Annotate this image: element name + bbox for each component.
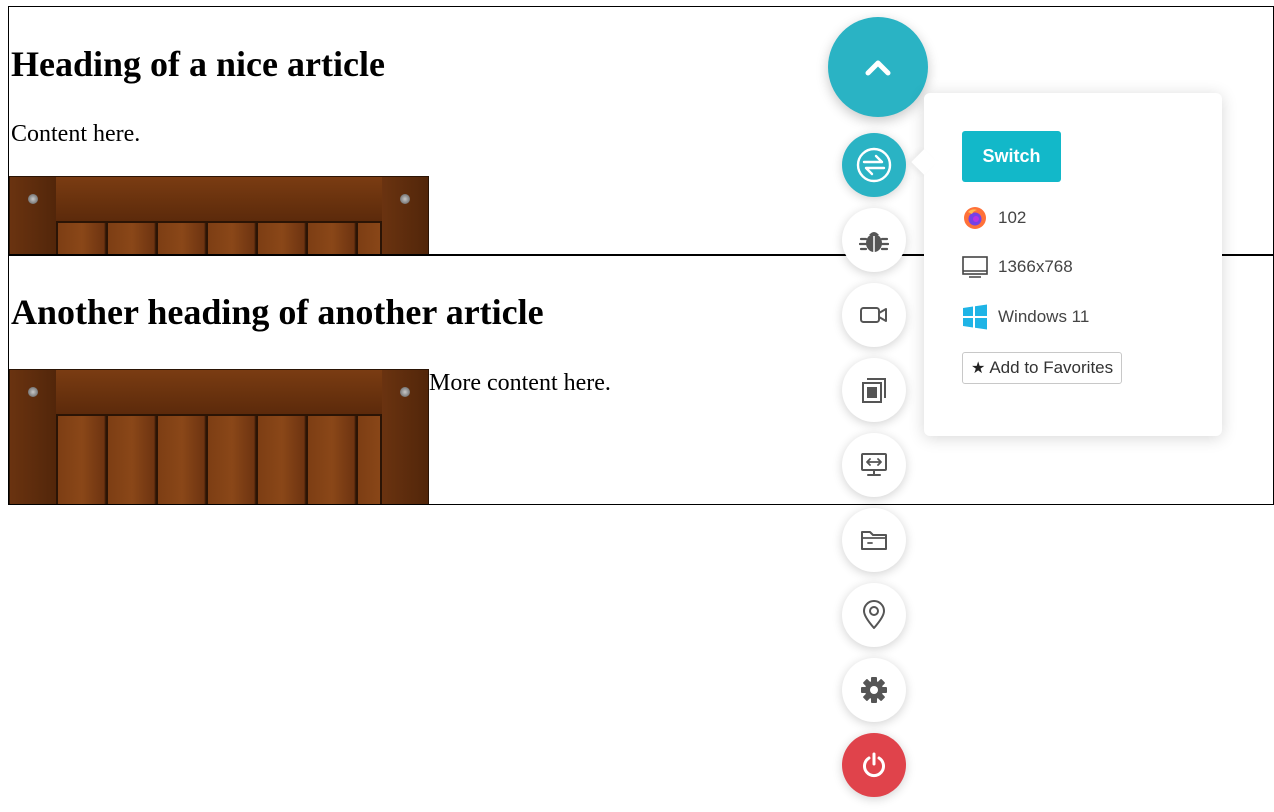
screenshot-gallery-button[interactable]: [842, 358, 906, 422]
os-name: Windows 11: [998, 307, 1090, 326]
browser-version: 102: [998, 208, 1027, 227]
article-heading: Heading of a nice article: [11, 44, 385, 84]
folder-icon: [861, 531, 887, 550]
switch-browser-button[interactable]: [842, 133, 906, 197]
favorites-label: Add to Favorites: [989, 358, 1114, 377]
settings-button[interactable]: [842, 658, 906, 722]
monitor-icon: [962, 254, 988, 280]
screen-resolution-button[interactable]: [842, 433, 906, 497]
add-to-favorites-button[interactable]: ★ Add to Favorites: [962, 352, 1123, 384]
article-content: Content here.: [11, 121, 141, 147]
files-button[interactable]: [842, 508, 906, 572]
bug-report-button[interactable]: [842, 208, 906, 272]
windows-icon: [962, 304, 988, 330]
star-icon: ★: [971, 360, 986, 377]
switch-icon: [856, 147, 892, 183]
browser-info-panel: Switch 102 1366x768 Windows 11 ★ Add to …: [911, 93, 1222, 436]
crate-image: [9, 369, 429, 504]
firefox-icon: [962, 205, 988, 231]
os-row: Windows 11: [962, 304, 1089, 330]
location-pin-icon: [863, 600, 885, 629]
chevron-up-icon: [865, 60, 891, 76]
crate-image: [9, 176, 429, 254]
power-icon: [863, 752, 885, 778]
record-video-button[interactable]: [842, 283, 906, 347]
resolution-value: 1366x768: [998, 257, 1073, 276]
article-content: More content here.: [429, 370, 611, 396]
gallery-icon: [862, 378, 886, 403]
video-camera-icon: [860, 307, 887, 323]
toolbar-toggle-button[interactable]: [828, 17, 928, 117]
monitor-resize-icon: [861, 453, 887, 476]
article-heading: Another heading of another article: [11, 292, 544, 332]
browser-version-row: 102: [962, 205, 1026, 231]
stop-session-button[interactable]: [842, 733, 906, 797]
bug-icon: [859, 232, 889, 252]
switch-button[interactable]: Switch: [962, 131, 1061, 182]
gear-icon: [861, 677, 887, 703]
resolution-row: 1366x768: [962, 254, 1073, 280]
location-button[interactable]: [842, 583, 906, 647]
